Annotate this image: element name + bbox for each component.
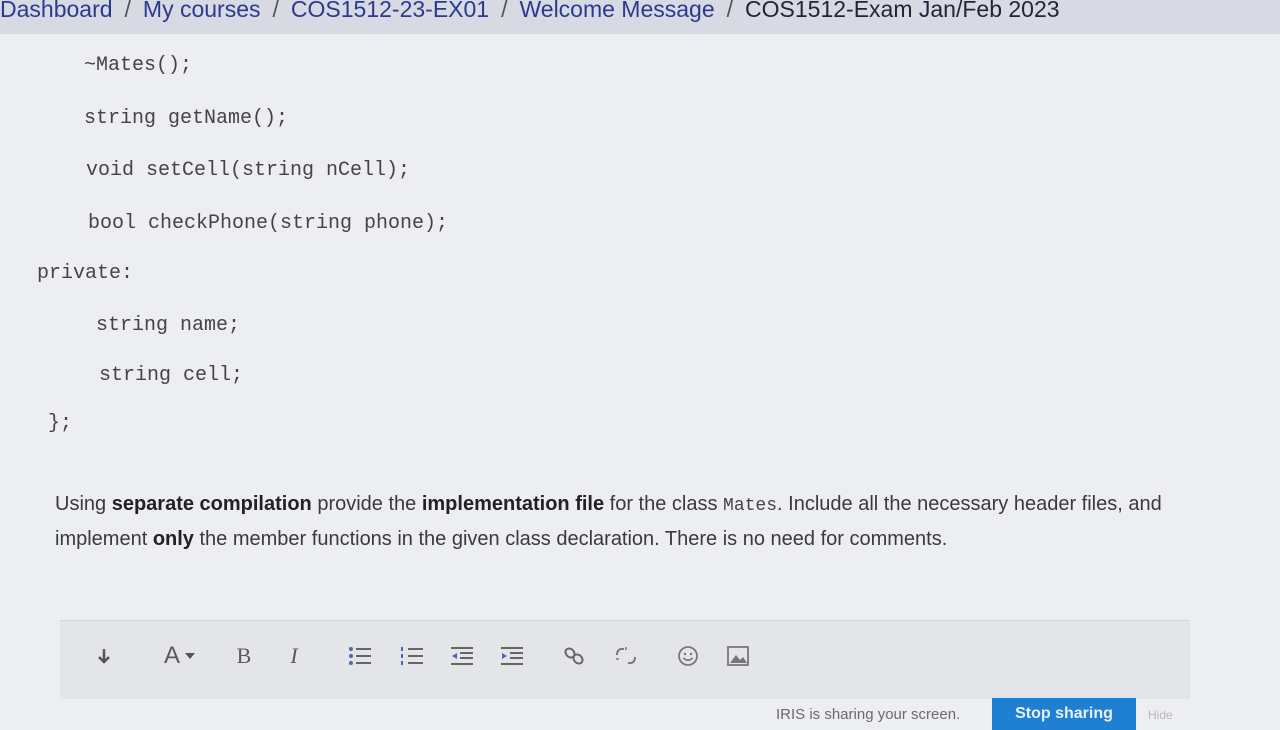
question-text-part: provide the [311, 493, 422, 515]
breadcrumb-separator: / [272, 0, 279, 22]
screen-share-bar: IRIS is sharing your screen. Stop sharin… [770, 698, 1190, 730]
code-line-destructor: ~Mates(); [84, 54, 193, 77]
breadcrumb: Dashboard / My courses / COS1512-23-EX01… [0, 0, 1060, 26]
bold-label: B [236, 643, 252, 668]
breadcrumb-separator: / [124, 0, 131, 22]
top-bar: Dashboard / My courses / COS1512-23-EX01… [0, 0, 1280, 35]
emoji-icon[interactable] [676, 643, 700, 669]
question-text: Using separate compilation provide the i… [55, 488, 1205, 556]
question-text-part: for the class [604, 493, 724, 515]
collapse-icon[interactable] [92, 643, 116, 669]
italic-icon[interactable]: I [282, 643, 306, 669]
code-line-get-name: string getName(); [84, 107, 289, 130]
breadcrumb-separator: / [501, 0, 508, 22]
link-icon[interactable] [560, 643, 588, 669]
image-icon[interactable] [726, 643, 750, 669]
screen-share-message: IRIS is sharing your screen. [776, 706, 961, 723]
font-color-icon[interactable]: A [158, 642, 202, 669]
code-line-private: private: [37, 262, 134, 285]
breadcrumb-my-courses[interactable]: My courses [143, 0, 261, 23]
ordered-list-icon[interactable] [398, 643, 426, 669]
question-text-part: Using [55, 493, 112, 515]
font-color-label: A [163, 642, 180, 669]
code-line-check-phone: bool checkPhone(string phone); [88, 212, 449, 235]
question-bold-only: only [152, 528, 194, 550]
breadcrumb-exam[interactable]: COS1512-Exam Jan/Feb 2023 [745, 0, 1060, 23]
breadcrumb-welcome-message[interactable]: Welcome Message [519, 0, 714, 23]
code-line-set-cell: void setCell(string nCell); [86, 159, 411, 182]
question-bold-implementation-file: implementation file [421, 493, 605, 515]
breadcrumb-separator: / [726, 0, 734, 22]
breadcrumb-course[interactable]: COS1512-23-EX01 [291, 0, 489, 23]
question-class-name: Mates [723, 496, 778, 516]
code-line-name-member: string name; [96, 314, 241, 337]
question-text-part: the member functions in the given class … [193, 528, 948, 550]
code-line-cell-member: string cell; [99, 364, 244, 387]
editor-toolbar: A B I [60, 620, 1190, 699]
unlink-icon[interactable] [612, 643, 640, 669]
bold-icon[interactable]: B [230, 643, 258, 669]
breadcrumb-dashboard[interactable]: Dashboard [0, 0, 113, 23]
hide-button[interactable]: Hide [1148, 708, 1173, 722]
code-line-closing-brace: }; [48, 412, 73, 435]
indent-icon[interactable] [498, 643, 526, 669]
italic-label: I [290, 643, 298, 668]
unordered-list-icon[interactable] [346, 643, 374, 669]
question-bold-separate-compilation: separate compilation [111, 493, 312, 515]
outdent-icon[interactable] [448, 643, 476, 669]
stop-sharing-button[interactable]: Stop sharing [992, 698, 1136, 730]
